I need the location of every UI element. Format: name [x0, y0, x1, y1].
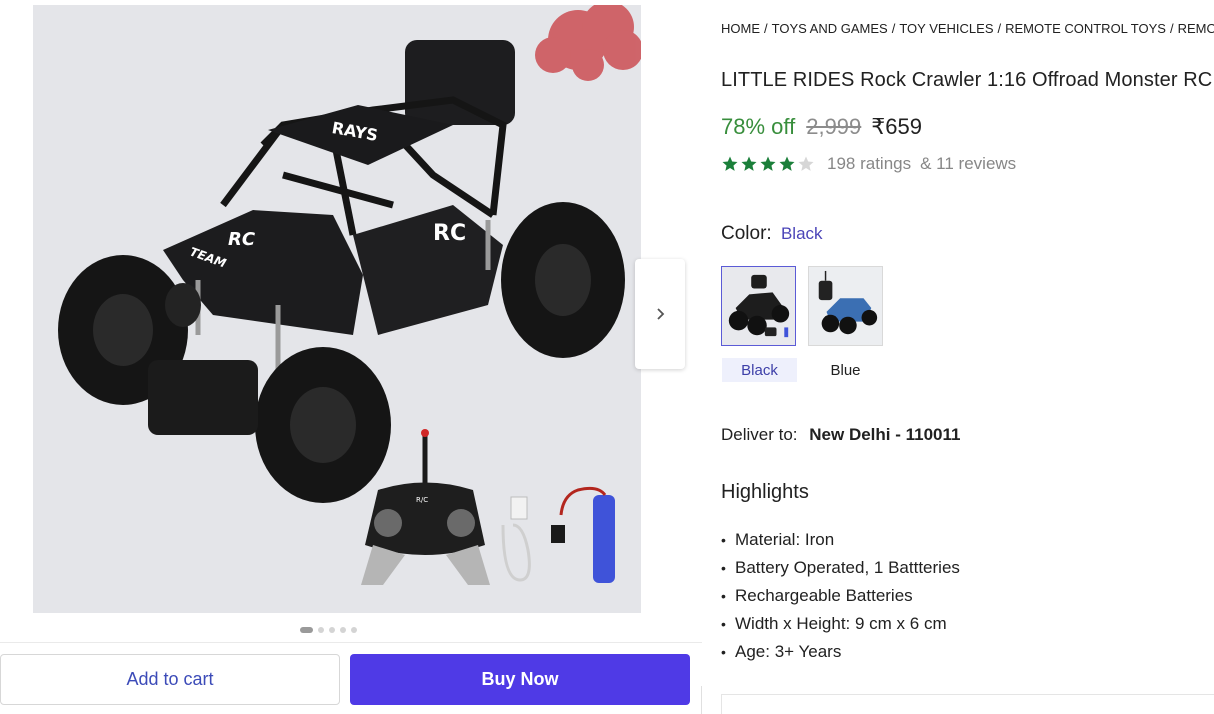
color-selector-label: Color: Black	[721, 223, 823, 245]
star-icon	[760, 156, 776, 171]
breadcrumb-item[interactable]: TOY VEHICLES	[899, 21, 993, 36]
breadcrumb-separator: /	[891, 21, 896, 36]
product-main-image[interactable]: RAYS RC TEAM RC R/C	[33, 5, 641, 613]
breadcrumb-separator: /	[764, 21, 768, 36]
color-option-black-label[interactable]: Black	[722, 358, 797, 382]
star-icon	[741, 156, 757, 171]
highlight-item: • Material: Iron	[721, 526, 960, 554]
star-icon	[798, 156, 814, 171]
gallery-dot[interactable]	[329, 627, 335, 633]
gallery-dot[interactable]	[300, 627, 313, 633]
highlight-item: • Battery Operated, 1 Battteries	[721, 554, 960, 582]
selected-color-value: Black	[780, 224, 823, 243]
product-details: HOME / TOYS AND GAMES / TOY VEHICLES / REMOTE …	[721, 0, 1214, 714]
breadcrumb-item[interactable]: HOME	[721, 21, 760, 36]
delivery-row: Deliver to: New Delhi - 110011	[721, 425, 960, 445]
highlight-item: • Age: 3+ Years	[721, 638, 960, 666]
highlight-item: • Rechargeable Batteries	[721, 582, 960, 610]
breadcrumb-separator: /	[997, 21, 1002, 36]
black-car-thumbnail	[722, 267, 795, 345]
bullet-icon: •	[721, 644, 726, 660]
chevron-right-icon	[657, 308, 665, 320]
remote-label-text: R/C	[416, 496, 428, 504]
color-label-text: Color:	[721, 223, 772, 244]
discount-percent: 78% off	[721, 114, 796, 139]
breadcrumb-item[interactable]: REMOTE CONTROL TOYS	[1005, 21, 1166, 36]
reviews-count: & 11 reviews	[920, 154, 1017, 173]
star-icon	[779, 156, 795, 171]
breadcrumb-item[interactable]: TOYS AND GAMES	[772, 21, 888, 36]
next-section-card	[721, 694, 1214, 714]
breadcrumb: HOME / TOYS AND GAMES / TOY VEHICLES / REMOTE …	[721, 21, 1214, 36]
delivery-location[interactable]: New Delhi - 110011	[809, 425, 960, 444]
divider	[0, 642, 702, 643]
gallery-dot[interactable]	[351, 627, 357, 633]
ratings-count: 198 ratings	[827, 154, 912, 173]
blue-car-thumbnail	[809, 267, 882, 345]
rating-stars	[721, 155, 815, 173]
highlight-text: Battery Operated, 1 Battteries	[735, 558, 960, 577]
highlight-text: Width x Height: 9 cm x 6 cm	[735, 614, 947, 633]
front-bumper	[148, 360, 258, 435]
deliver-to-label: Deliver to:	[721, 425, 798, 444]
original-price: 2,999	[806, 114, 862, 139]
product-title: LITTLE RIDES Rock Crawler 1:16 Offroad M…	[721, 69, 1213, 91]
highlight-item: • Width x Height: 9 cm x 6 cm	[721, 610, 960, 638]
highlight-text: Rechargeable Batteries	[735, 586, 913, 605]
color-swatch-black[interactable]	[721, 266, 796, 346]
highlight-text: Material: Iron	[735, 530, 835, 549]
buy-now-button[interactable]: Buy Now	[350, 654, 690, 705]
gallery-dot[interactable]	[318, 627, 324, 633]
gallery-dots	[300, 627, 357, 633]
color-option-blue-label[interactable]: Blue	[808, 358, 883, 382]
bullet-icon: •	[721, 532, 726, 548]
product-gallery: RAYS RC TEAM RC R/C Add to cart Buy Now	[0, 0, 702, 714]
highlight-text: Age: 3+ Years	[735, 642, 842, 661]
add-to-cart-button[interactable]: Add to cart	[0, 654, 340, 705]
selling-price: ₹659	[871, 114, 922, 139]
highlights-list: • Material: Iron • Battery Operated, 1 Batt…	[721, 526, 960, 666]
price-row: 78% off 2,999 ₹659	[721, 114, 922, 140]
side-badge-text: RC	[433, 221, 466, 246]
bullet-icon: •	[721, 588, 726, 604]
hood-badge-text: RC	[228, 229, 256, 250]
gallery-dot[interactable]	[340, 627, 346, 633]
smoke-unit	[405, 40, 515, 125]
star-icon	[722, 156, 738, 171]
vertical-divider	[701, 686, 702, 714]
bullet-icon: •	[721, 560, 726, 576]
rc-car-illustration: RAYS RC TEAM RC R/C	[33, 5, 641, 613]
breadcrumb-separator: /	[1169, 21, 1174, 36]
gallery-next-button[interactable]	[635, 259, 685, 369]
breadcrumb-item[interactable]: REMOTE C	[1178, 21, 1214, 36]
rating-row[interactable]: 198 ratings & 11 reviews	[721, 154, 1016, 174]
highlights-heading: Highlights	[721, 481, 809, 503]
bullet-icon: •	[721, 616, 726, 632]
color-swatch-blue[interactable]	[808, 266, 883, 346]
